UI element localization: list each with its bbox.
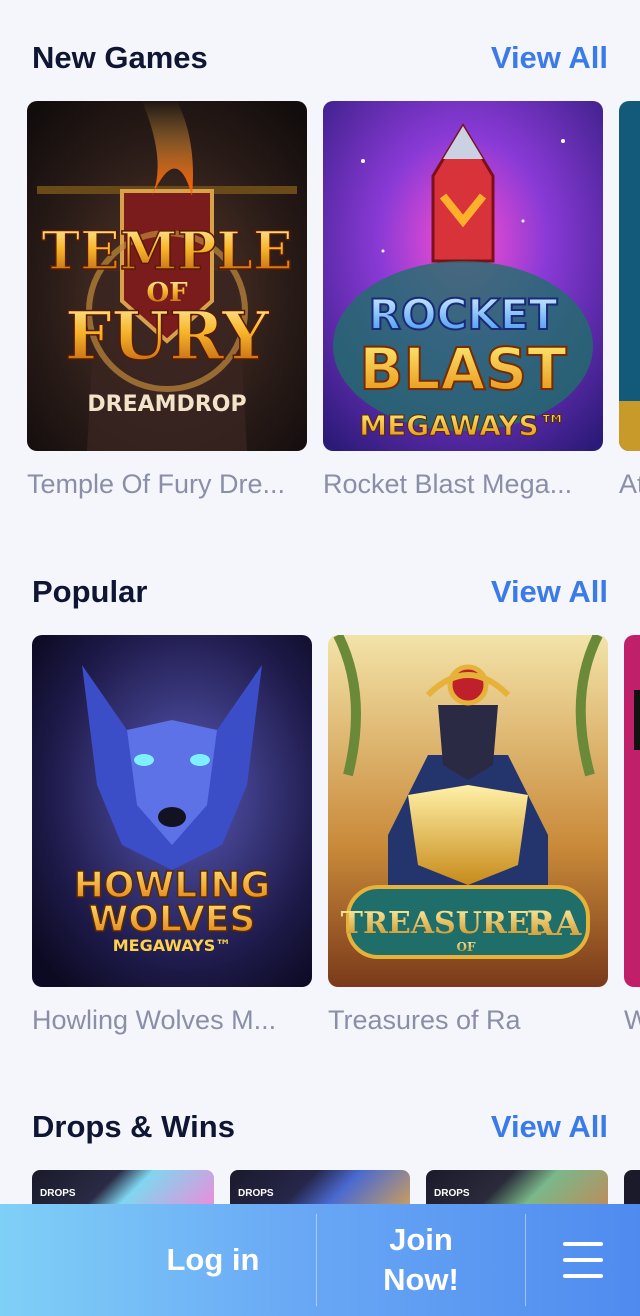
game-title: At...: [619, 469, 640, 499]
hamburger-menu-icon[interactable]: [526, 1236, 640, 1284]
game-thumbnail[interactable]: [619, 101, 640, 451]
drops-badge: DROPS: [40, 1188, 76, 1199]
new-games-header: New Games View All: [32, 38, 608, 78]
popular-title: Popular: [32, 574, 148, 609]
new-games-carousel[interactable]: TEMPLE OF FURY DREAMDROP Temple Of Fury …: [0, 101, 640, 521]
drops-badge: DROPS: [434, 1188, 470, 1199]
popular-header: Popular View All: [32, 572, 608, 612]
game-title: Temple Of Fury Dre...: [27, 469, 286, 499]
game-card-partial[interactable]: W...: [624, 635, 640, 1036]
game-thumbnail[interactable]: [624, 635, 640, 987]
game-title: Howling Wolves M...: [32, 1005, 277, 1035]
drops-wins-view-all-link[interactable]: View All: [491, 1109, 608, 1145]
ra-logo-line1: TREASURES: [341, 906, 552, 941]
ra-logo-line2: OF: [457, 940, 476, 954]
game-thumbnail[interactable]: ROCKET BLAST MEGAWAYS™: [323, 101, 603, 451]
new-games-view-all-link[interactable]: View All: [491, 40, 608, 76]
game-title: Rocket Blast Mega...: [323, 469, 573, 499]
login-button[interactable]: Log in: [0, 1240, 316, 1280]
tof-logo-line3: FURY: [65, 297, 270, 375]
game-thumbnail[interactable]: TREASURES OF RA: [328, 635, 608, 987]
join-label-line2: Now!: [383, 1262, 459, 1297]
drops-wins-header: Drops & Wins View All: [32, 1107, 608, 1147]
login-label: Log in: [166, 1242, 260, 1277]
rb-logo-line1: ROCKET: [369, 290, 558, 339]
ra-logo-line3: RA: [527, 904, 582, 944]
game-thumbnail[interactable]: HOWLING WOLVES MEGAWAYS™: [32, 635, 312, 987]
game-thumbnail[interactable]: TEMPLE OF FURY DREAMDROP: [27, 101, 307, 451]
tof-logo-line4: DREAMDROP: [87, 392, 246, 417]
rb-logo-line2: BLAST: [359, 335, 567, 403]
tof-logo-line1: TEMPLE: [41, 221, 292, 282]
game-title: Treasures of Ra: [328, 1005, 521, 1035]
join-label-line1: Join: [389, 1222, 453, 1257]
game-card-treasures-of-ra[interactable]: TREASURES OF RA Treasures of Ra: [328, 635, 608, 1036]
game-card-partial[interactable]: At...: [619, 101, 640, 500]
game-card-temple-of-fury[interactable]: TEMPLE OF FURY DREAMDROP Temple Of Fury …: [27, 101, 307, 500]
page: New Games View All TEMPLE OF FURY DREAMD…: [0, 0, 640, 1316]
hw-logo-line2: WOLVES: [89, 899, 256, 940]
popular-carousel[interactable]: HOWLING WOLVES MEGAWAYS™ Howling Wolves …: [0, 635, 640, 1055]
bottom-action-bar: Log in Join Now!: [0, 1204, 640, 1316]
drops-badge: DROPS: [238, 1188, 274, 1199]
new-games-title: New Games: [32, 40, 208, 75]
game-card-howling-wolves[interactable]: HOWLING WOLVES MEGAWAYS™ Howling Wolves …: [32, 635, 312, 1036]
hw-logo-line3: MEGAWAYS™: [113, 936, 232, 955]
drops-wins-title: Drops & Wins: [32, 1109, 235, 1144]
game-title: W...: [624, 1005, 640, 1036]
game-card-rocket-blast[interactable]: ROCKET BLAST MEGAWAYS™ Rocket Blast Mega…: [323, 101, 603, 500]
popular-view-all-link[interactable]: View All: [491, 574, 608, 610]
rb-logo-line3: MEGAWAYS™: [359, 409, 566, 442]
join-now-button[interactable]: Join Now!: [317, 1220, 525, 1300]
